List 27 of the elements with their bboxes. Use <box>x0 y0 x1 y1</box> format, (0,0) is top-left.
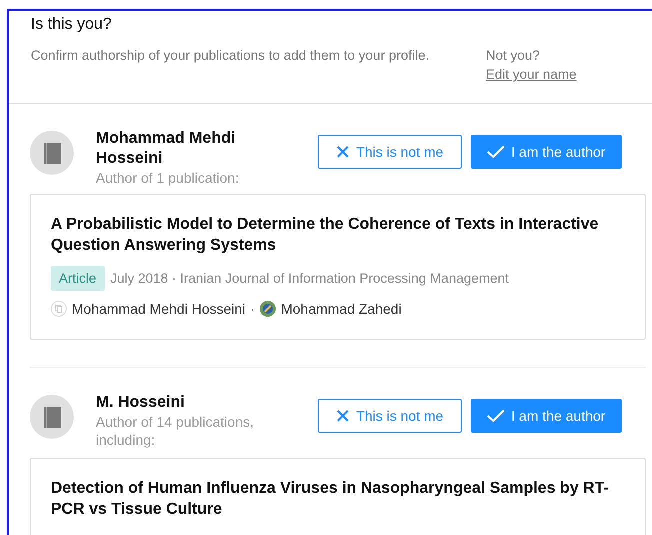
publication-meta: July 2018 · Iranian Journal of Information Processing Management <box>110 271 509 286</box>
check-icon <box>487 145 506 159</box>
close-icon <box>336 409 350 423</box>
author-link[interactable]: Mohammad Zahedi <box>281 301 402 317</box>
page-title: Is this you? <box>31 16 113 34</box>
not-you-label: Not you? <box>486 47 542 65</box>
author-link[interactable]: Mohammad Mehdi Hosseini <box>72 301 246 317</box>
check-icon <box>487 409 506 423</box>
not-me-button[interactable]: This is not me <box>318 399 462 433</box>
subtitle-text: Confirm authorship of your publications to add them to your profile. <box>31 47 430 65</box>
document-icon <box>51 301 67 317</box>
author-button[interactable]: I am the author <box>471 399 622 433</box>
close-icon <box>336 145 350 159</box>
publication-count: Author of 14 publications, including: <box>96 413 255 449</box>
author-button[interactable]: I am the author <box>471 135 622 169</box>
not-me-button[interactable]: This is not me <box>318 135 462 169</box>
author-name: Mohammad Mehdi Hosseini <box>96 129 237 169</box>
publication-title: A Probabilistic Model to Determine the Coherence of Texts in Interactive Question Answering Systems <box>51 215 600 256</box>
separator-dot: · <box>250 301 256 317</box>
article-tag: Article <box>51 266 105 291</box>
avatar-icon <box>30 131 74 175</box>
edit-name-link[interactable]: Edit your name <box>486 65 577 84</box>
author-name: M. Hosseini <box>96 393 186 413</box>
publication-count: Author of 1 publication: <box>96 169 240 187</box>
avatar-icon <box>260 301 276 317</box>
publication-title: Detection of Human Influenza Viruses in Nasopharyngeal Samples by RT-PCR vs Tissue Culture <box>51 479 610 520</box>
avatar-icon <box>30 395 74 439</box>
